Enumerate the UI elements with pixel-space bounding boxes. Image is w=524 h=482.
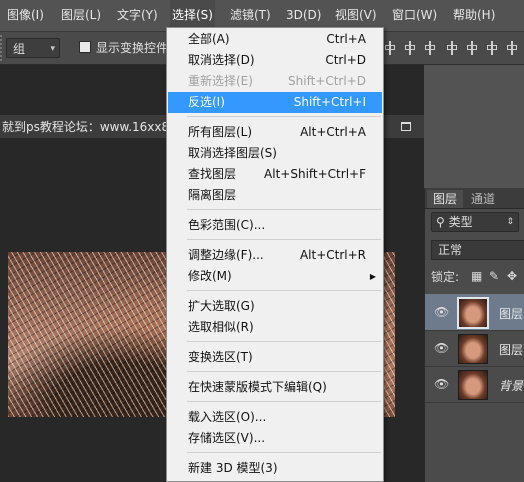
menu-item-similar[interactable]: 选取相似(R): [168, 317, 382, 338]
menu-item-color-range[interactable]: 色彩范围(C)...: [168, 215, 382, 236]
menu-item-grow[interactable]: 扩大选取(G): [168, 296, 382, 317]
menu-separator: [187, 290, 381, 291]
align-distribute-group: [383, 39, 524, 57]
layer-thumbnail: [458, 370, 488, 400]
menu-item-modify[interactable]: 修改(M) ▶: [168, 266, 382, 287]
distribute-horizontal-icon[interactable]: [505, 39, 519, 57]
layer-filter-dropdown[interactable]: ⚲ 类型 ⇕: [431, 212, 519, 232]
distribute-middle-icon[interactable]: [465, 39, 479, 57]
align-right-icon[interactable]: [423, 39, 437, 57]
align-left-icon[interactable]: [383, 39, 397, 57]
layer-thumbnail: [458, 334, 488, 364]
select-menu-dropdown: 全部(A) Ctrl+A 取消选择(D) Ctrl+D 重新选择(E) Shift+C…: [166, 27, 384, 482]
lock-transparent-icon[interactable]: ▦: [471, 270, 483, 282]
menu-type[interactable]: 文字(Y): [115, 0, 160, 31]
layer-row[interactable]: 👁 图层: [425, 330, 524, 367]
distribute-top-icon[interactable]: [445, 39, 459, 57]
auto-select-dropdown[interactable]: 组 ▾: [6, 38, 60, 58]
layer-name: 背景: [499, 379, 524, 393]
menu-item-save-selection[interactable]: 存储选区(V)...: [168, 428, 382, 449]
menu-item-deselect[interactable]: 取消选择(D) Ctrl+D: [168, 50, 382, 71]
menu-item-inverse[interactable]: 反选(I) Shift+Ctrl+I: [168, 92, 382, 113]
submenu-arrow-icon: ▶: [369, 272, 376, 281]
distribute-bottom-icon[interactable]: [485, 39, 499, 57]
layer-row[interactable]: 👁 背景: [425, 366, 524, 403]
blend-mode-dropdown[interactable]: 正常: [431, 240, 524, 260]
show-transform-checkbox[interactable]: [79, 41, 91, 53]
layer-name: 图层: [499, 307, 524, 321]
layer-row[interactable]: 👁 图层: [425, 294, 524, 331]
tab-layers[interactable]: 图层: [427, 190, 464, 208]
eye-icon[interactable]: 👁: [434, 341, 449, 355]
eye-icon[interactable]: 👁: [434, 305, 449, 319]
menu-layer[interactable]: 图层(L): [59, 0, 103, 31]
menu-item-transform-selection[interactable]: 变换选区(T): [168, 347, 382, 368]
menu-item-reselect[interactable]: 重新选择(E) Shift+Ctrl+D: [168, 71, 382, 92]
menu-item-load-selection[interactable]: 载入选区(O)...: [168, 407, 382, 428]
lock-move-icon[interactable]: ✥: [507, 270, 519, 282]
menu-item-quick-mask[interactable]: 在快速蒙版模式下编辑(Q): [168, 377, 382, 398]
panel-tabs: 图层 通道: [425, 188, 524, 209]
align-center-icon[interactable]: [403, 39, 417, 57]
restore-window-icon[interactable]: [398, 119, 412, 133]
layer-name: 图层: [499, 343, 524, 357]
menu-separator: [187, 209, 381, 210]
menu-item-all-layers[interactable]: 所有图层(L) Alt+Ctrl+A: [168, 122, 382, 143]
menu-item-select-all[interactable]: 全部(A) Ctrl+A: [168, 29, 382, 50]
menu-item-isolate-layers[interactable]: 隔离图层: [168, 185, 382, 206]
layers-panel: 图层 通道 ⚲ 类型 ⇕ 正常 锁定: ▦ ✎ ✥ 👁 图层 👁 图层 👁 背景: [424, 188, 524, 482]
chevron-down-icon: ▾: [50, 44, 55, 54]
menu-item-new-3d-model[interactable]: 新建 3D 模型(3): [168, 458, 382, 479]
menu-separator: [187, 452, 381, 453]
menu-image[interactable]: 图像(I): [5, 0, 46, 31]
options-bar-grip[interactable]: [0, 35, 5, 61]
menu-item-find-layers[interactable]: 查找图层 Alt+Shift+Ctrl+F: [168, 164, 382, 185]
tab-channels[interactable]: 通道: [465, 190, 501, 208]
eye-icon[interactable]: 👁: [434, 377, 449, 391]
menu-separator: [187, 116, 381, 117]
lock-label: 锁定:: [431, 270, 460, 284]
menu-item-deselect-layers[interactable]: 取消选择图层(S): [168, 143, 382, 164]
menu-help[interactable]: 帮助(H): [451, 0, 497, 31]
chevron-updown-icon: ⇕: [506, 217, 514, 227]
layer-filter-value: 类型: [448, 215, 473, 229]
layer-thumbnail: [457, 297, 489, 329]
lock-brush-icon[interactable]: ✎: [489, 270, 501, 282]
document-title: 就到ps教程论坛：www.16xx8: [2, 120, 170, 134]
menu-window[interactable]: 窗口(W): [390, 0, 439, 31]
menu-separator: [187, 401, 381, 402]
show-transform-label: 显示变换控件: [96, 41, 169, 55]
blend-mode-value: 正常: [438, 243, 463, 257]
menu-item-refine-edge[interactable]: 调整边缘(F)... Alt+Ctrl+R: [168, 245, 382, 266]
menu-separator: [187, 341, 381, 342]
menu-separator: [187, 371, 381, 372]
search-icon: ⚲: [436, 215, 445, 229]
auto-select-value: 组: [13, 42, 26, 56]
menu-separator: [187, 239, 381, 240]
